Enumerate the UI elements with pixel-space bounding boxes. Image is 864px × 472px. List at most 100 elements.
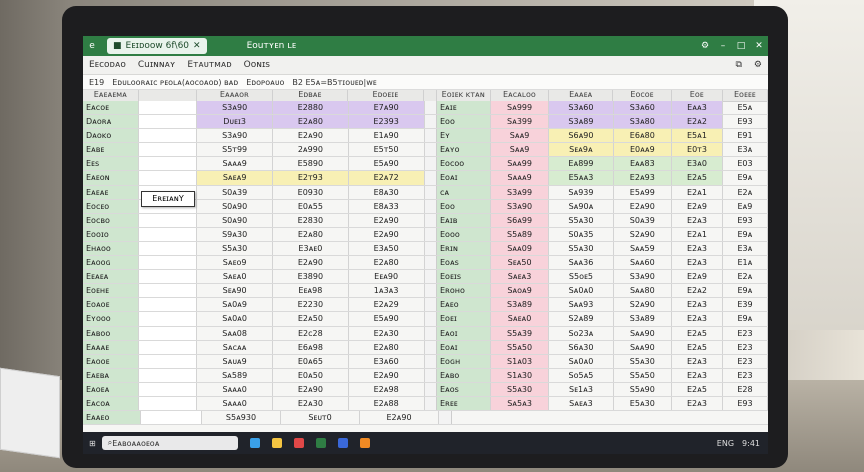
table-cell[interactable]: E9ᴀ: [723, 171, 768, 185]
table-cell[interactable]: E5ᴛ50: [349, 143, 425, 157]
table-cell[interactable]: Eᴀᴄᴏᴇ: [83, 101, 139, 115]
table-cell[interactable]: Eᴀᴏᴇᴀ: [83, 382, 139, 396]
table-cell[interactable]: E2ᴀ3: [672, 312, 723, 326]
table-cell[interactable]: S5ᴀ50: [614, 368, 673, 382]
table-cell[interactable]: Eᴀᴇᴏ: [437, 298, 491, 312]
table-cell[interactable]: E6ᴀ80: [613, 129, 673, 143]
table-cell[interactable]: E23: [723, 326, 768, 340]
table-cell[interactable]: [138, 326, 198, 340]
ribbon-item-1[interactable]: Cuɪɴɴᴀʏ: [138, 60, 176, 70]
table-cell[interactable]: Sᴀᴇᴏ9: [197, 256, 273, 270]
table-cell[interactable]: E2ᴀ90: [349, 368, 425, 382]
word-icon[interactable]: [337, 438, 348, 448]
table-cell[interactable]: Sᴀᴇᴀ0: [197, 270, 273, 284]
table-cell[interactable]: S5ᴀ30: [490, 382, 550, 396]
table-cell[interactable]: E2ᴀ5: [672, 340, 723, 354]
table-cell[interactable]: Sᴀ0ᴀ0: [549, 284, 614, 298]
table-cell[interactable]: Sᴀ5ᴀ3: [490, 396, 550, 411]
table-cell[interactable]: E2ᴀ50: [273, 312, 349, 326]
table-cell[interactable]: S2ᴀ90: [614, 298, 673, 312]
table-cell[interactable]: E03: [723, 157, 768, 171]
table-cell[interactable]: E2ᴀ2: [672, 115, 723, 129]
table-cell[interactable]: Sᴀᴀᴀ0: [197, 396, 273, 411]
table-cell[interactable]: E2230: [273, 298, 349, 312]
table-cell[interactable]: Eᴀᴀᴇᴏ: [83, 411, 141, 425]
table-cell[interactable]: S0ᴀ39: [614, 213, 673, 227]
table-cell[interactable]: Sᴇᴜᴛ0: [281, 411, 360, 425]
table-cell[interactable]: S2ᴀ90: [614, 227, 673, 241]
table-cell[interactable]: Sᴀᴀ90: [614, 326, 673, 340]
header-r4[interactable]: Eᴏᴇ: [672, 90, 723, 101]
table-cell[interactable]: Eᴀᴀ3: [672, 101, 723, 115]
table-cell[interactable]: E3ᴀ: [723, 241, 768, 256]
header-r2[interactable]: Eᴀᴀᴇᴀ: [549, 90, 614, 101]
table-cell[interactable]: E2ᴀ3: [672, 396, 723, 411]
table-cell[interactable]: S5ᴀ30: [614, 354, 673, 368]
table-cell[interactable]: Dᴀᴏᴋᴏ: [83, 129, 139, 143]
table-cell[interactable]: E3ᴀ: [723, 143, 768, 157]
table-cell[interactable]: E2ᴀ80: [349, 256, 425, 270]
table-cell[interactable]: E2880: [273, 101, 349, 115]
table-cell[interactable]: Sᴀᴏᴀ9: [490, 284, 550, 298]
table-cell[interactable]: Sᴇᴀ9ᴀ: [549, 143, 614, 157]
powerpoint-icon[interactable]: [359, 438, 370, 448]
table-cell[interactable]: E8ᴀ33: [349, 199, 425, 213]
ribbon-item-0[interactable]: Eᴇᴄᴏᴅᴀᴏ: [89, 60, 126, 70]
table-cell[interactable]: S3ᴀ90: [490, 199, 550, 213]
formula-text[interactable]: Eᴅᴜʟᴏᴏʀᴀɪᴄ ᴘᴇᴏʟᴀ(ᴀᴏᴄᴏᴀᴏᴅ) ʙᴀᴅ: [112, 78, 238, 87]
table-cell[interactable]: Sᴀᴀ9: [490, 129, 550, 143]
table-cell[interactable]: E3890: [273, 270, 349, 284]
table-cell[interactable]: E93: [723, 396, 768, 411]
excel-taskbar-icon[interactable]: [315, 438, 326, 448]
edge-icon[interactable]: [249, 438, 260, 448]
table-cell[interactable]: Sᴀ0ᴀ0: [197, 312, 273, 326]
table-cell[interactable]: Eᴀʙᴏ: [437, 368, 491, 382]
table-cell[interactable]: E28: [723, 382, 768, 396]
table-cell[interactable]: Eᴇᴀ90: [349, 270, 425, 284]
table-cell[interactable]: E7ᴀ90: [348, 101, 425, 115]
table-cell[interactable]: Eᴀᴏɪ: [437, 326, 491, 340]
table-cell[interactable]: [138, 284, 198, 298]
table-cell[interactable]: Eʏ: [437, 129, 491, 143]
table-cell[interactable]: Sᴏ5ᴀ5: [549, 368, 614, 382]
table-cell[interactable]: E5ᴀ90: [349, 157, 425, 171]
table-cell[interactable]: [141, 411, 202, 425]
table-cell[interactable]: E2ᴀ90: [273, 129, 349, 143]
table-cell[interactable]: [138, 354, 198, 368]
table-cell[interactable]: E2ᴀ5: [672, 171, 723, 185]
table-cell[interactable]: Eᴀᴏs: [437, 382, 491, 396]
table-cell[interactable]: Dᴜᴇɪ3: [197, 115, 273, 129]
table-cell[interactable]: E2ᴀ: [723, 270, 768, 284]
table-cell[interactable]: [138, 368, 198, 382]
table-cell[interactable]: S0ᴀ90: [197, 213, 273, 227]
table-cell[interactable]: E23: [723, 354, 768, 368]
table-cell[interactable]: S5ᴀ30: [549, 213, 614, 227]
table-cell[interactable]: S9ᴀ30: [197, 227, 273, 241]
table-cell[interactable]: S3ᴀ60: [549, 101, 614, 115]
table-cell[interactable]: Eᴏᴀᴏᴇ: [83, 298, 139, 312]
table-cell[interactable]: Eᴀᴀ83: [613, 157, 673, 171]
table-cell[interactable]: S0ᴀ35: [549, 227, 614, 241]
table-cell[interactable]: E2ᴀ3: [672, 368, 723, 382]
tray-item-0[interactable]: ENG: [717, 439, 734, 448]
table-cell[interactable]: [138, 213, 198, 227]
table-cell[interactable]: [138, 171, 198, 185]
table-cell[interactable]: E2ᴄ28: [273, 326, 349, 340]
header-blank[interactable]: [139, 90, 198, 101]
table-cell[interactable]: S6ᴀ90: [549, 129, 614, 143]
table-cell[interactable]: Sᴀᴀ93: [549, 298, 614, 312]
table-cell[interactable]: [138, 227, 198, 241]
table-cell[interactable]: [138, 340, 198, 354]
table-cell[interactable]: S0ᴀ90: [197, 199, 273, 213]
table-cell[interactable]: S5ᴀ30: [197, 241, 273, 256]
table-cell[interactable]: [138, 115, 198, 129]
chrome-icon[interactable]: [293, 438, 304, 448]
table-cell[interactable]: S5ᴛ99: [197, 143, 273, 157]
table-cell[interactable]: E1ᴀ90: [349, 129, 425, 143]
header-3[interactable]: Eᴅᴏᴇɪᴇ: [348, 90, 424, 101]
table-cell[interactable]: E2ᴀ: [723, 185, 768, 199]
table-cell[interactable]: S3ᴀ89: [614, 312, 673, 326]
table-cell[interactable]: Eᴏᴏᴏ: [437, 227, 491, 241]
table-cell[interactable]: E2ᴀ1: [672, 227, 723, 241]
table-cell[interactable]: S6ᴀ99: [490, 213, 550, 227]
